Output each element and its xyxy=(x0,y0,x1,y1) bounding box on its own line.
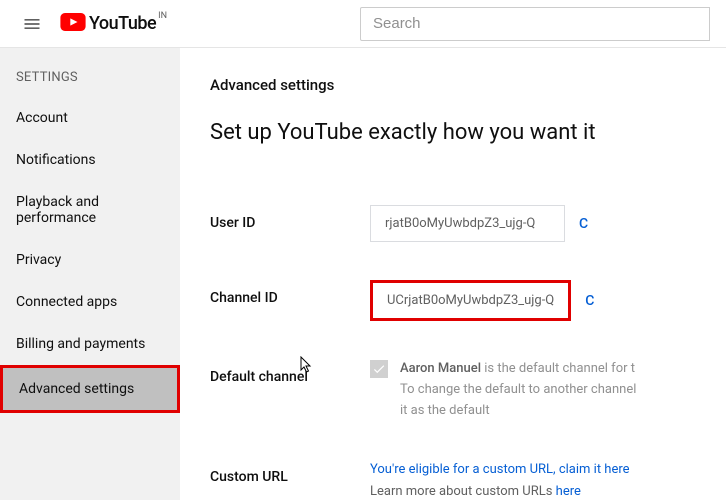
main-content: Advanced settings Set up YouTube exactly… xyxy=(180,48,726,500)
search-input[interactable] xyxy=(360,7,710,41)
sidebar-heading: SETTINGS xyxy=(0,62,180,97)
youtube-logo[interactable]: YouTube IN xyxy=(60,13,167,34)
default-channel-text: Aaron Manuel is the default channel for … xyxy=(400,359,636,421)
youtube-logo-text: YouTube xyxy=(89,13,156,34)
channel-id-label: Channel ID xyxy=(210,280,370,306)
user-id-label: User ID xyxy=(210,205,370,231)
sidebar-item-billing[interactable]: Billing and payments xyxy=(0,323,180,365)
custom-url-label: Custom URL xyxy=(210,459,370,485)
custom-url-learn-link[interactable]: here xyxy=(556,484,581,499)
default-channel-checkbox[interactable] xyxy=(370,360,388,378)
country-code: IN xyxy=(158,11,167,21)
sidebar-item-privacy[interactable]: Privacy xyxy=(0,239,180,281)
custom-url-text: You're eligible for a custom URL, claim … xyxy=(370,459,630,500)
channel-id-value: UCrjatB0oMyUwbdpZ3_ujg-Q xyxy=(370,280,571,321)
copy-user-id-button[interactable]: C xyxy=(579,216,588,232)
page-title: Advanced settings xyxy=(210,76,726,94)
sidebar-item-playback[interactable]: Playback and performance xyxy=(0,181,180,239)
menu-button[interactable] xyxy=(16,8,48,40)
sidebar-item-connected-apps[interactable]: Connected apps xyxy=(0,281,180,323)
user-id-value: rjatB0oMyUwbdpZ3_ujg-Q xyxy=(370,205,565,242)
checkmark-icon xyxy=(372,362,386,376)
copy-channel-id-button[interactable]: C xyxy=(585,293,594,309)
page-subtitle: Set up YouTube exactly how you want it xyxy=(210,120,726,145)
sidebar-item-notifications[interactable]: Notifications xyxy=(0,139,180,181)
hamburger-icon xyxy=(22,14,42,34)
sidebar-item-account[interactable]: Account xyxy=(0,97,180,139)
sidebar-item-advanced-settings[interactable]: Advanced settings xyxy=(0,365,180,413)
custom-url-claim-link[interactable]: You're eligible for a custom URL, claim … xyxy=(370,462,630,477)
youtube-play-icon xyxy=(60,13,86,31)
default-channel-label: Default channel xyxy=(210,359,370,385)
settings-sidebar: SETTINGS Account Notifications Playback … xyxy=(0,48,180,500)
